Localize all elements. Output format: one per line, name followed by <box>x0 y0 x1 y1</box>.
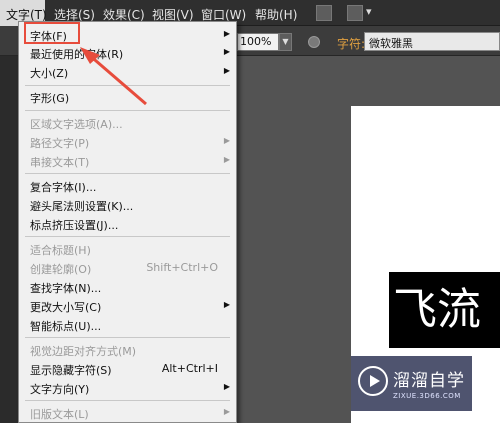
menu-item-label: 显示隐藏字符(S) <box>30 364 112 377</box>
menu-item-mojikumi-settings[interactable]: 标点挤压设置(J)... <box>20 214 236 234</box>
menu-separator <box>25 236 230 237</box>
menu-item-recent-fonts[interactable]: 最近使用的字体(R) ▶ <box>20 43 236 63</box>
menu-item-label: 大小(Z) <box>30 67 69 80</box>
menu-item-find-font[interactable]: 查找字体(N)... <box>20 277 236 297</box>
menu-item-shortcut: Alt+Ctrl+I <box>161 362 218 375</box>
menu-item-kinsoku-settings[interactable]: 避头尾法则设置(K)... <box>20 195 236 215</box>
zoom-field[interactable]: 100% <box>237 33 279 51</box>
menu-item-shortcut: Shift+Ctrl+O <box>146 261 218 274</box>
menu-item-optical-margin-alignment[interactable]: 视觉边距对齐方式(M) <box>20 340 236 360</box>
arrange-dropdown-icon[interactable]: ▾ <box>366 5 372 21</box>
watermark-url: ZIXUE.3D66.COM <box>393 392 461 400</box>
menu-item-area-type-options[interactable]: 区域文字选项(A)... <box>20 113 236 133</box>
submenu-arrow-icon: ▶ <box>223 47 230 56</box>
play-logo-icon <box>358 366 388 396</box>
submenu-arrow-icon: ▶ <box>223 29 230 38</box>
menu-item-label: 视觉边距对齐方式(M) <box>30 345 137 358</box>
zoom-dropdown-icon[interactable]: ▼ <box>279 33 292 51</box>
submenu-arrow-icon: ▶ <box>223 155 230 164</box>
menu-item-size[interactable]: 大小(Z) ▶ <box>20 62 236 82</box>
menu-item-label: 智能标点(U)... <box>30 320 102 333</box>
watermark-title: 溜溜自学 <box>393 371 465 391</box>
menu-item-label: 查找字体(N)... <box>30 282 102 295</box>
menu-help[interactable]: 帮助(H) <box>255 6 297 23</box>
menu-item-show-hidden-characters[interactable]: 显示隐藏字符(S) Alt+Ctrl+I <box>20 359 236 379</box>
annotation-highlight-box <box>24 22 80 44</box>
submenu-arrow-icon: ▶ <box>223 66 230 75</box>
arrange-documents-button[interactable] <box>347 5 363 21</box>
text-dropdown-menu: 字体(F) ▶ 最近使用的字体(R) ▶ 大小(Z) ▶ 字形(G) 区域文字选… <box>18 21 237 423</box>
menu-item-label: 更改大小写(C) <box>30 301 102 314</box>
bridge-button[interactable] <box>316 5 332 21</box>
menu-separator <box>25 85 230 86</box>
menu-separator <box>25 337 230 338</box>
menu-item-label: 适合标题(H) <box>30 244 91 257</box>
submenu-arrow-icon: ▶ <box>223 300 230 309</box>
menu-item-composite-fonts[interactable]: 复合字体(I)... <box>20 176 236 196</box>
tools-panel <box>0 56 18 423</box>
menu-item-label: 最近使用的字体(R) <box>30 48 124 61</box>
menu-separator <box>25 173 230 174</box>
menu-item-label: 旧版文本(L) <box>30 408 89 421</box>
menu-separator <box>25 110 230 111</box>
menu-item-label: 避头尾法则设置(K)... <box>30 200 134 213</box>
menu-item-label: 串接文本(T) <box>30 156 90 169</box>
menu-item-label: 路径文字(P) <box>30 137 90 150</box>
menu-item-label: 创建轮廓(O) <box>30 263 92 276</box>
menu-item-glyphs[interactable]: 字形(G) <box>20 87 236 107</box>
menu-item-label: 文字方向(Y) <box>30 383 90 396</box>
font-family-field[interactable]: 微软雅黑 <box>364 32 500 51</box>
menu-separator <box>25 400 230 401</box>
submenu-arrow-icon: ▶ <box>223 407 230 416</box>
menu-item-legacy-text[interactable]: 旧版文本(L) ▶ <box>20 403 236 423</box>
canvas-text[interactable]: 飞流 <box>389 272 500 348</box>
menu-item-label: 标点挤压设置(J)... <box>30 219 119 232</box>
menu-item-create-outlines[interactable]: 创建轮廓(O) Shift+Ctrl+O <box>20 258 236 278</box>
globe-icon[interactable] <box>308 36 320 48</box>
menu-item-fit-headline[interactable]: 适合标题(H) <box>20 239 236 259</box>
menu-item-label: 复合字体(I)... <box>30 181 97 194</box>
menu-item-type-on-path[interactable]: 路径文字(P) ▶ <box>20 132 236 152</box>
menu-item-change-case[interactable]: 更改大小写(C) ▶ <box>20 296 236 316</box>
menu-item-threaded-text[interactable]: 串接文本(T) ▶ <box>20 151 236 171</box>
submenu-arrow-icon: ▶ <box>223 382 230 391</box>
watermark: 溜溜自学 ZIXUE.3D66.COM <box>351 356 472 411</box>
menu-item-label: 区域文字选项(A)... <box>30 118 123 131</box>
menu-item-smart-punctuation[interactable]: 智能标点(U)... <box>20 315 236 335</box>
character-label[interactable]: 字符: <box>337 35 365 52</box>
menu-item-label: 字形(G) <box>30 92 70 105</box>
menu-item-type-orientation[interactable]: 文字方向(Y) ▶ <box>20 378 236 398</box>
submenu-arrow-icon: ▶ <box>223 136 230 145</box>
